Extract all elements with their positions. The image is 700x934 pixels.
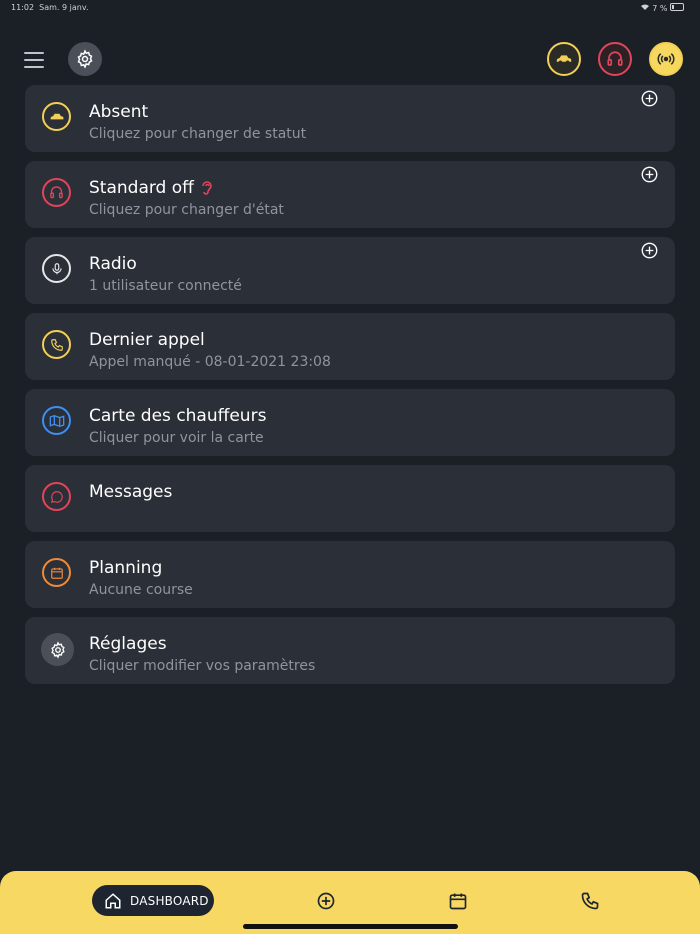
calendar-icon[interactable]: [448, 891, 468, 911]
map-icon: [42, 406, 71, 435]
status-time-date: 11:02 Sam. 9 janv.: [11, 3, 89, 12]
hamburger-icon[interactable]: [24, 52, 44, 68]
card-title: Messages: [89, 482, 173, 502]
card-absent[interactable]: Absent Cliquez pour changer de statut: [25, 85, 675, 152]
headset-status-button[interactable]: [598, 42, 632, 76]
card-subtitle: Cliquez pour changer d'état: [89, 202, 284, 218]
card-title: Carte des chauffeurs: [89, 406, 267, 426]
card-driver-map[interactable]: Carte des chauffeurs Cliquer pour voir l…: [25, 389, 675, 456]
card-subtitle: Aucune course: [89, 582, 193, 598]
card-title: Réglages: [89, 634, 167, 654]
settings-button[interactable]: [68, 42, 102, 76]
add-circle-icon[interactable]: [316, 891, 336, 911]
card-title: Dernier appel: [89, 330, 205, 350]
card-messages[interactable]: Messages: [25, 465, 675, 532]
chat-bubble-icon: [42, 482, 71, 511]
card-subtitle: Appel manqué - 08-01-2021 23:08: [89, 354, 331, 370]
car-icon: [556, 55, 572, 64]
card-standard[interactable]: Standard off Cliquez pour changer d'état: [25, 161, 675, 228]
card-planning[interactable]: Planning Aucune course: [25, 541, 675, 608]
battery-icon: [670, 3, 684, 11]
status-battery: 7 %: [640, 3, 686, 13]
add-circle-icon[interactable]: [641, 166, 658, 183]
top-bar: [0, 40, 700, 80]
add-circle-icon[interactable]: [641, 242, 658, 259]
card-title: Standard off: [89, 178, 214, 198]
phone-icon: [42, 330, 71, 359]
headset-icon: [607, 51, 623, 66]
card-title: Radio: [89, 254, 137, 274]
ear-icon: [202, 181, 212, 195]
card-subtitle: Cliquer pour voir la carte: [89, 430, 264, 446]
car-status-button[interactable]: [547, 42, 581, 76]
status-bar: 11:02 Sam. 9 janv. 7 %: [0, 0, 700, 18]
calendar-icon: [42, 558, 71, 587]
home-indicator: [243, 924, 458, 929]
dashboard-label: DASHBOARD: [130, 893, 209, 908]
phone-icon[interactable]: [580, 891, 600, 911]
card-title: Absent: [89, 102, 149, 122]
card-subtitle: Cliquer modifier vos paramètres: [89, 658, 316, 674]
card-subtitle: 1 utilisateur connecté: [89, 278, 242, 294]
card-settings[interactable]: Réglages Cliquer modifier vos paramètres: [25, 617, 675, 684]
radio-status-button[interactable]: [649, 42, 683, 76]
card-radio[interactable]: Radio 1 utilisateur connecté: [25, 237, 675, 304]
gear-icon: [77, 49, 93, 69]
card-title: Planning: [89, 558, 163, 578]
add-circle-icon[interactable]: [641, 90, 658, 107]
wifi-icon: [640, 4, 649, 10]
broadcast-icon: [657, 53, 675, 65]
card-last-call[interactable]: Dernier appel Appel manqué - 08-01-2021 …: [25, 313, 675, 380]
card-subtitle: Cliquez pour changer de statut: [89, 126, 307, 142]
headset-icon: [42, 178, 71, 207]
car-icon: [42, 102, 71, 131]
microphone-icon: [42, 254, 71, 283]
home-icon: [105, 892, 121, 908]
dashboard-tab[interactable]: DASHBOARD: [92, 885, 214, 916]
gear-icon: [41, 633, 74, 666]
